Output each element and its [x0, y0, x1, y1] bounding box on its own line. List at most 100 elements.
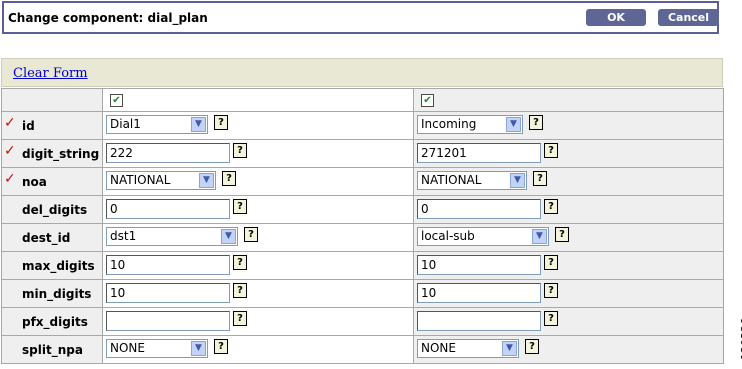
select-value: NATIONAL: [421, 173, 482, 187]
id-select[interactable]: Dial1 ▼: [106, 115, 208, 134]
value-cell: Dial1 ▼?: [102, 111, 414, 140]
cancel-button[interactable]: Cancel: [658, 9, 719, 26]
chevron-down-icon[interactable]: ▼: [510, 173, 525, 188]
chevron-down-icon[interactable]: ▼: [191, 341, 206, 356]
field-label-cell: ✓ digit_string: [1, 139, 103, 168]
select-value: local-sub: [421, 229, 475, 243]
value-cell: ?: [102, 307, 414, 336]
chevron-down-icon[interactable]: ▼: [199, 173, 214, 188]
dest-id-select[interactable]: dst1 ▼: [106, 227, 238, 246]
ok-button[interactable]: OK: [586, 9, 646, 26]
id-select[interactable]: Incoming ▼: [417, 115, 523, 134]
field-label-cell: dest_id: [1, 223, 103, 252]
value-cell: local-sub ▼?: [413, 223, 724, 252]
field-label-cell: split_npa: [1, 335, 103, 364]
column-1-checkbox[interactable]: ✔: [110, 94, 123, 107]
select-value: NATIONAL: [110, 173, 171, 187]
select-value: Dial1: [110, 117, 141, 131]
value-cell: 10?: [413, 251, 724, 280]
field-label: max_digits: [22, 259, 95, 273]
field-row-noa: ✓ noa NATIONAL ▼? NATIONAL ▼?: [1, 167, 724, 196]
pfx-digits-field[interactable]: [417, 311, 541, 331]
min-digits-field[interactable]: 10: [417, 283, 541, 303]
field-label: dest_id: [22, 231, 71, 245]
value-cell: 10?: [413, 279, 724, 308]
field-label-cell: del_digits: [1, 195, 103, 224]
help-icon[interactable]: ?: [233, 199, 247, 214]
field-row-pfx-digits: pfx_digits??: [1, 307, 724, 336]
help-icon[interactable]: ?: [222, 171, 236, 186]
field-label: del_digits: [22, 203, 88, 217]
chevron-down-icon[interactable]: ▼: [221, 229, 236, 244]
help-icon[interactable]: ?: [555, 227, 569, 242]
help-icon[interactable]: ?: [544, 255, 558, 270]
del-digits-field[interactable]: 0: [106, 199, 230, 219]
column-1-header: ✔: [102, 88, 414, 112]
min-digits-field[interactable]: 10: [106, 283, 230, 303]
help-icon[interactable]: ?: [544, 199, 558, 214]
help-icon[interactable]: ?: [214, 115, 228, 130]
check-mark-icon: ✓: [4, 143, 16, 159]
help-icon[interactable]: ?: [233, 283, 247, 298]
del-digits-field[interactable]: 0: [417, 199, 541, 219]
chevron-down-icon[interactable]: ▼: [191, 117, 206, 132]
value-cell: 0?: [413, 195, 724, 224]
header-label-cell: [1, 88, 103, 112]
field-label: noa: [22, 175, 47, 189]
field-label: pfx_digits: [22, 315, 88, 329]
help-icon[interactable]: ?: [544, 143, 558, 158]
split-npa-select[interactable]: NONE ▼: [417, 339, 519, 358]
chevron-down-icon[interactable]: ▼: [532, 229, 547, 244]
value-cell: dst1 ▼?: [102, 223, 414, 252]
select-value: NONE: [421, 341, 456, 355]
split-npa-select[interactable]: NONE ▼: [106, 339, 208, 358]
field-row-dest-id: dest_id dst1 ▼? local-sub ▼?: [1, 223, 724, 252]
chevron-down-icon[interactable]: ▼: [506, 117, 521, 132]
digit-string-field[interactable]: 271201: [417, 143, 541, 163]
value-cell: 10?: [102, 251, 414, 280]
help-icon[interactable]: ?: [233, 143, 247, 158]
check-mark-icon: ✓: [4, 115, 16, 131]
noa-select[interactable]: NATIONAL ▼: [417, 171, 527, 190]
page-title: Change component: dial_plan: [8, 11, 208, 25]
help-icon[interactable]: ?: [544, 311, 558, 326]
noa-select[interactable]: NATIONAL ▼: [106, 171, 216, 190]
dest-id-select[interactable]: local-sub ▼: [417, 227, 549, 246]
help-icon[interactable]: ?: [533, 171, 547, 186]
field-label: min_digits: [22, 287, 92, 301]
column-2-checkbox[interactable]: ✔: [421, 94, 434, 107]
field-label: split_npa: [22, 343, 83, 357]
chevron-down-icon[interactable]: ▼: [502, 341, 517, 356]
help-icon[interactable]: ?: [233, 255, 247, 270]
help-icon[interactable]: ?: [529, 115, 543, 130]
field-label: digit_string: [22, 147, 100, 161]
column-select-row: ✔ ✔: [1, 88, 724, 112]
help-icon[interactable]: ?: [244, 227, 258, 242]
value-cell: NONE ▼?: [413, 335, 724, 364]
help-icon[interactable]: ?: [525, 339, 539, 354]
field-label-cell: min_digits: [1, 279, 103, 308]
value-cell: ?: [413, 307, 724, 336]
field-row-split-npa: split_npa NONE ▼? NONE ▼?: [1, 335, 724, 364]
value-cell: 10?: [102, 279, 414, 308]
value-cell: NATIONAL ▼?: [413, 167, 724, 196]
field-label: id: [22, 119, 35, 133]
field-row-id: ✓ id Dial1 ▼? Incoming ▼?: [1, 111, 724, 140]
help-icon[interactable]: ?: [214, 339, 228, 354]
column-2-header: ✔: [413, 88, 724, 112]
clear-form-link[interactable]: Clear Form: [13, 66, 88, 81]
form-toolbar: Clear Form: [1, 58, 723, 87]
field-label-cell: max_digits: [1, 251, 103, 280]
pfx-digits-field[interactable]: [106, 311, 230, 331]
max-digits-field[interactable]: 10: [417, 255, 541, 275]
field-label-cell: pfx_digits: [1, 307, 103, 336]
select-value: NONE: [110, 341, 145, 355]
help-icon[interactable]: ?: [544, 283, 558, 298]
field-row-digit-string: ✓ digit_string 222? 271201?: [1, 139, 724, 168]
dial-plan-table: ✔ ✔ ✓ id Dial1 ▼? Incoming ▼? ✓ digit_string 222? 2…: [1, 88, 724, 364]
digit-string-field[interactable]: 222: [106, 143, 230, 163]
help-icon[interactable]: ?: [233, 311, 247, 326]
value-cell: NATIONAL ▼?: [102, 167, 414, 196]
max-digits-field[interactable]: 10: [106, 255, 230, 275]
field-row-del-digits: del_digits 0? 0?: [1, 195, 724, 224]
